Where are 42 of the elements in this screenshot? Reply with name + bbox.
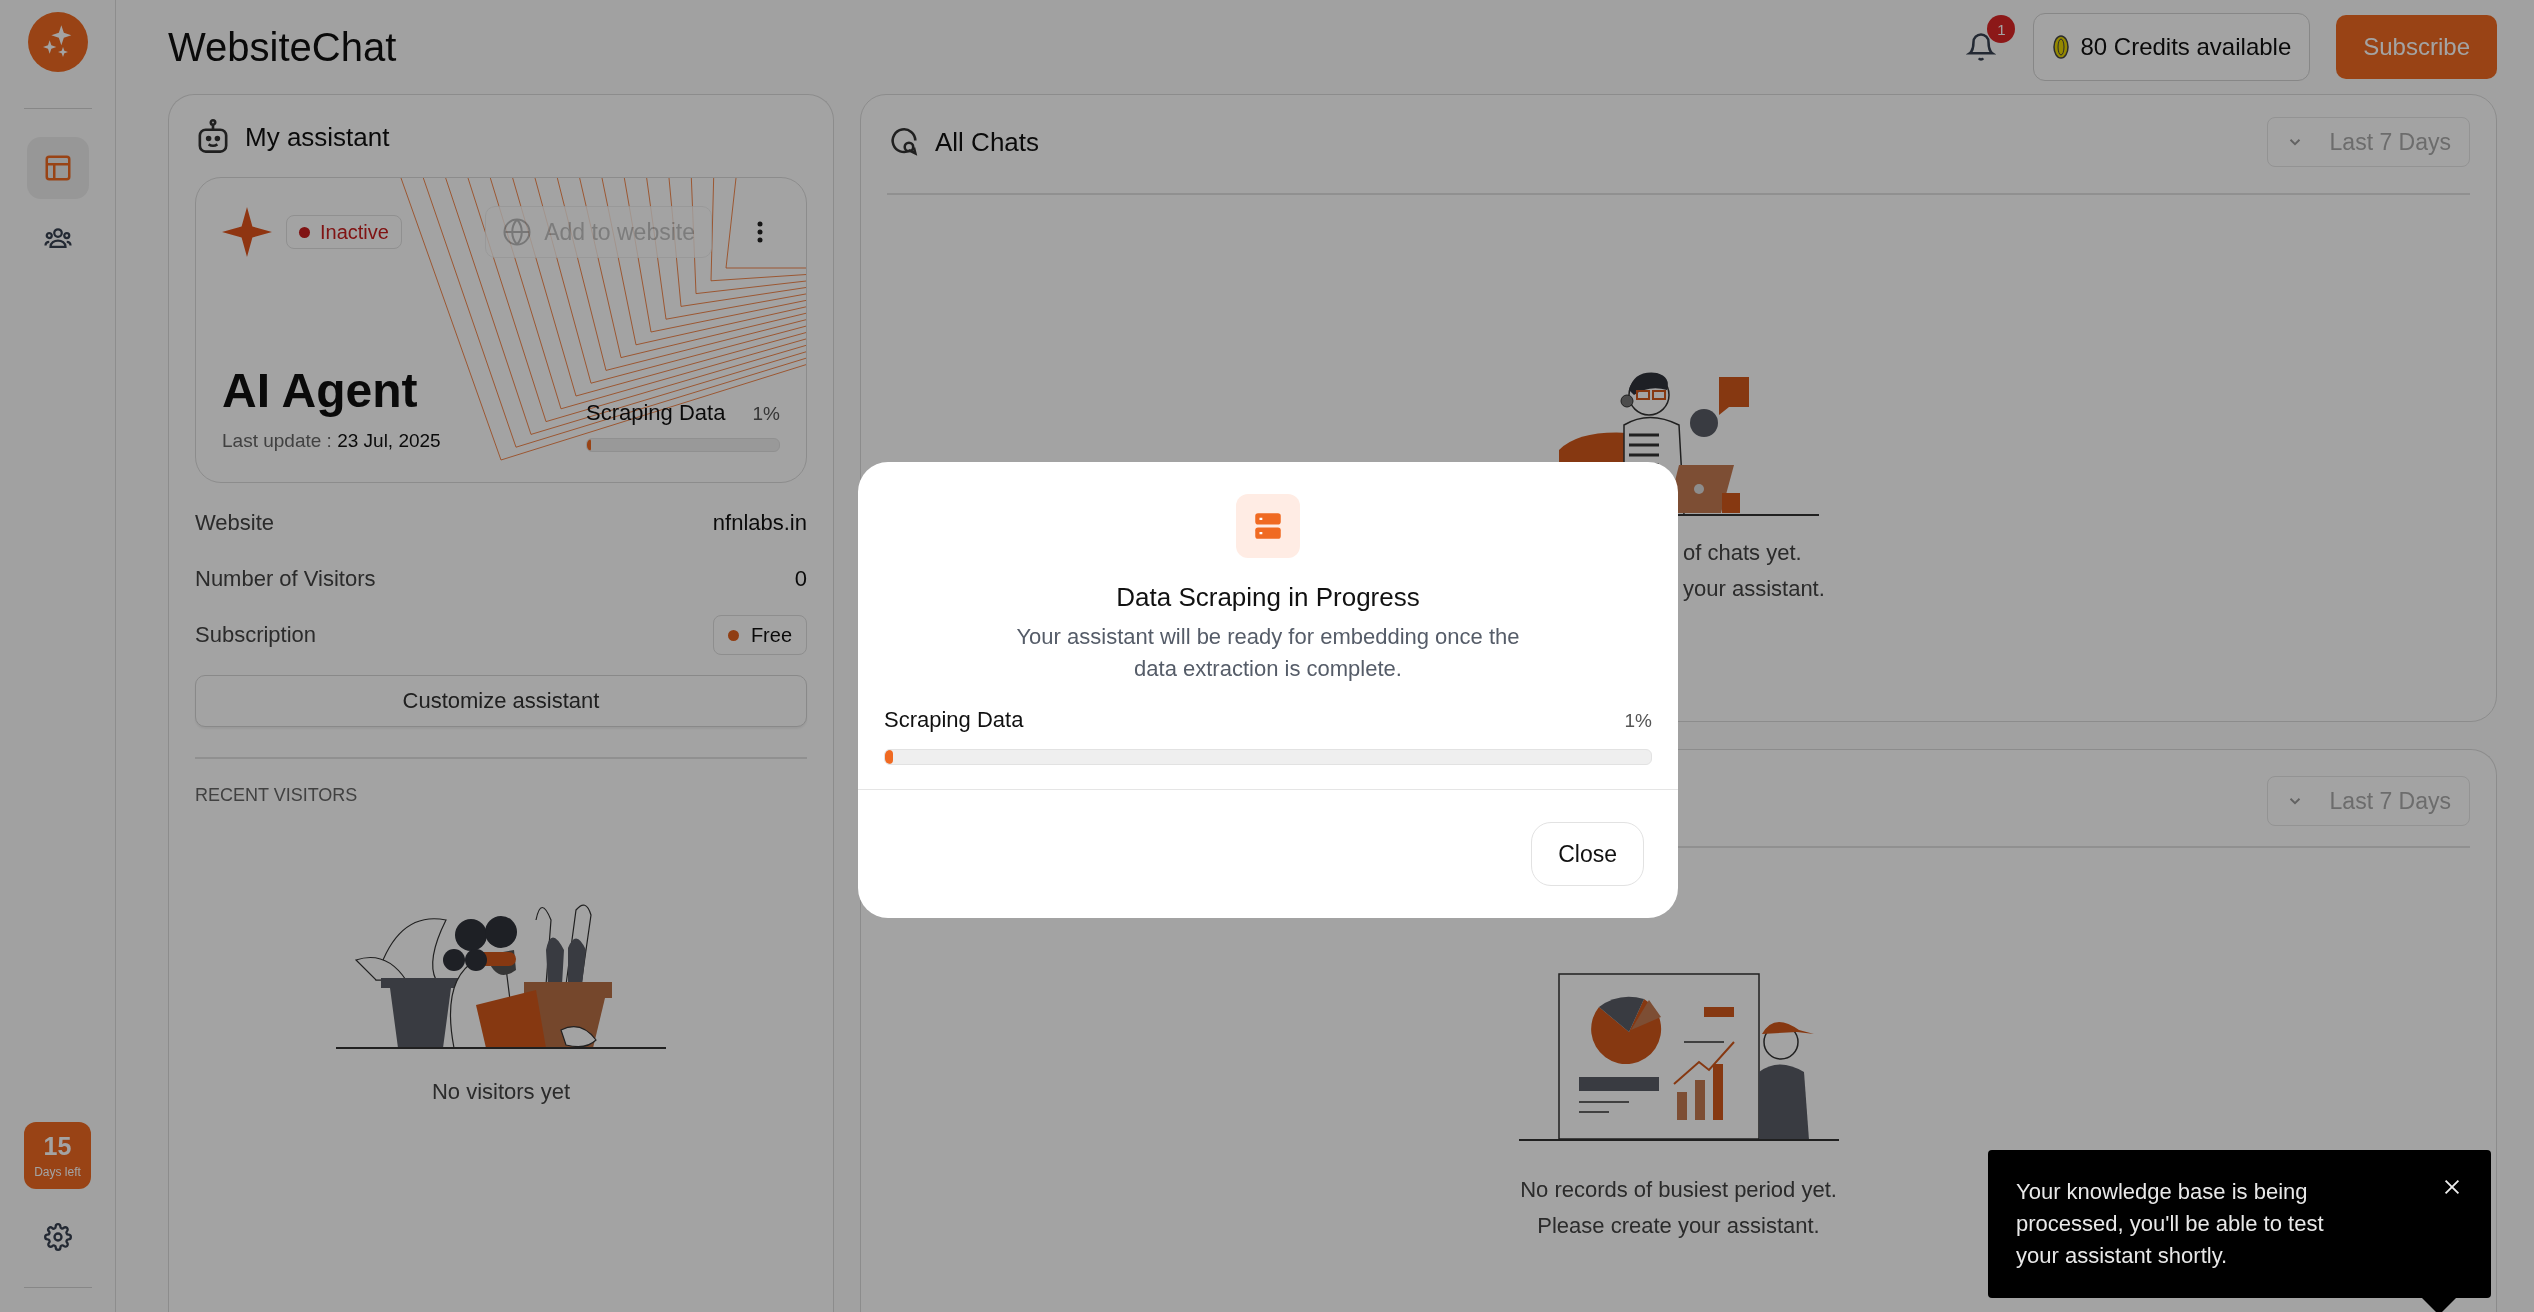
empty-message: Please create your assistant. <box>1537 1212 1820 1240</box>
detail-label: Website <box>195 510 275 536</box>
trend-line <box>1672 1041 1735 1085</box>
progress-label: Scraping Data <box>884 707 1024 733</box>
bell-icon[interactable] <box>1966 31 1997 63</box>
settings-icon[interactable] <box>43 1223 72 1251</box>
plan-tag: Free <box>712 615 807 655</box>
detail-label: Subscription <box>195 622 317 648</box>
progress-reading: 1% <box>752 403 780 425</box>
chart-bar <box>1676 1092 1687 1120</box>
card-title: My assistant <box>245 121 390 153</box>
progress-reading: 1% <box>1624 710 1652 732</box>
empty-message: your assistant. <box>1683 575 1825 603</box>
dialog-title: Data Scraping in Progress <box>1116 582 1420 613</box>
notification-badge: 1 <box>1987 15 2016 43</box>
trial-days-badge: 15 Days left <box>24 1122 91 1189</box>
status-badge: Inactive <box>286 215 402 249</box>
dialog-message: Your assistant will be ready for embedding once the data extraction is complete. <box>1015 623 1521 683</box>
last-update: Last update : 23 Jul, 2025 <box>222 430 441 452</box>
detail-label: Number of Visitors <box>195 566 376 592</box>
server-icon <box>1236 494 1300 558</box>
detail-value: 0 <box>794 566 807 592</box>
nav-item[interactable] <box>26 137 89 199</box>
app-title: WebsiteChat <box>168 24 397 70</box>
empty-message: No visitors yet <box>431 1078 571 1106</box>
sparkle-icon <box>222 207 272 257</box>
chart-bar <box>1694 1080 1705 1120</box>
empty-message: of chats yet. <box>1683 539 1802 567</box>
more-options-icon[interactable] <box>757 220 763 244</box>
section-heading: RECENT VISITORS <box>195 785 359 806</box>
toast-message: Your knowledge base is being processed, you'll be able to test your assistant shortly. <box>2016 1178 2325 1270</box>
credits-button[interactable]: 80 Credits available <box>2033 13 2311 81</box>
card-title: All Chats <box>935 126 1040 158</box>
empty-message: No records of busiest period yet. <box>1520 1176 1837 1204</box>
coin-icon <box>2052 34 2071 60</box>
close-button[interactable]: Close <box>1531 822 1644 886</box>
detail-value: nfnlabs.in <box>712 510 807 536</box>
subscribe-button[interactable]: Subscribe <box>2336 15 2497 79</box>
agent-name: AI Agent <box>222 363 419 418</box>
chart-bar <box>1712 1064 1723 1120</box>
globe-icon <box>502 217 533 247</box>
customize-button[interactable]: Customize assistant <box>195 675 807 727</box>
